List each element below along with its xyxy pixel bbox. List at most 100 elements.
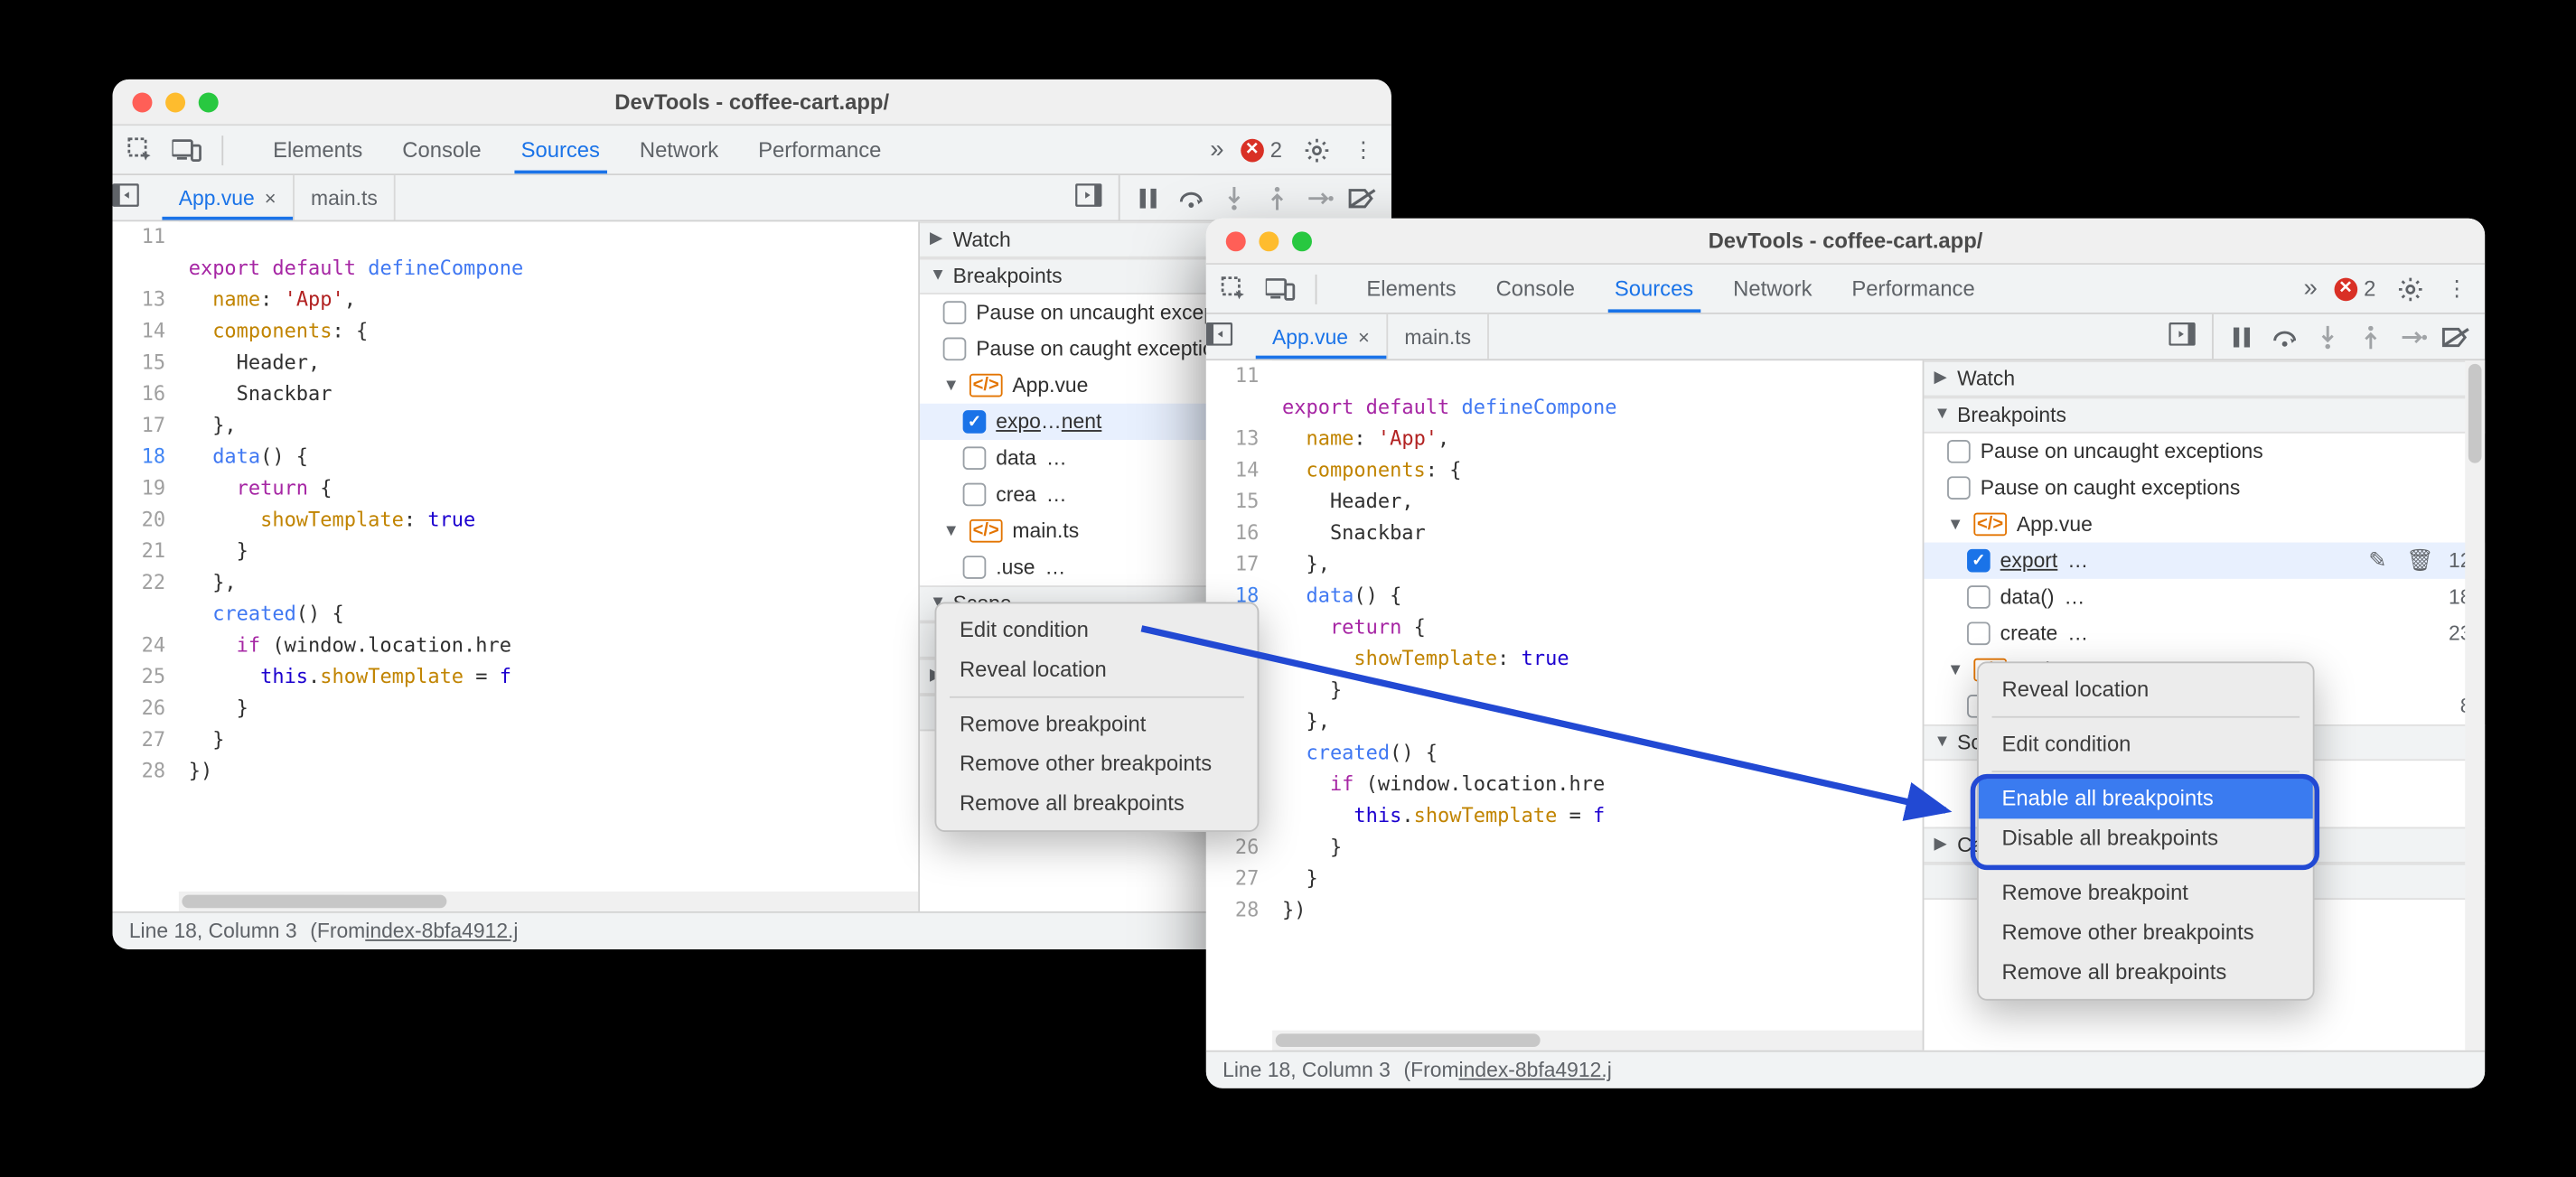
code-line[interactable]	[189, 221, 918, 253]
code-line[interactable]: }	[189, 724, 918, 756]
bp-item-created[interactable]: create… 23	[1924, 615, 2485, 651]
gutter-line[interactable]: 12	[1206, 392, 1272, 424]
kebab-menu-icon[interactable]: ⋮	[2439, 270, 2475, 306]
gutter-line[interactable]: 17	[1206, 549, 1272, 581]
deactivate-bp-icon[interactable]	[2439, 318, 2475, 354]
code-line[interactable]: Snackbar	[189, 378, 918, 410]
gutter-line[interactable]: 14	[1206, 455, 1272, 487]
gutter-line[interactable]: 20	[113, 504, 179, 536]
tab-elements[interactable]: Elements	[253, 126, 382, 173]
gutter-line[interactable]: 22	[113, 567, 179, 599]
gutter-line[interactable]: 11	[1206, 360, 1272, 392]
code-line[interactable]: }	[1282, 675, 1923, 706]
settings-icon[interactable]	[1298, 132, 1335, 168]
gutter-line[interactable]: 16	[1206, 518, 1272, 549]
step-into-icon[interactable]	[2309, 318, 2346, 354]
bp-item-export[interactable]: export… ✎ 🗑 12	[1924, 543, 2485, 579]
edit-bp-icon[interactable]: ✎	[2364, 547, 2392, 574]
source-map-link[interactable]: index-8bfa4912.j	[365, 920, 518, 943]
tab-network[interactable]: Network	[1713, 265, 1831, 313]
code-line[interactable]	[1282, 360, 1923, 392]
vertical-scrollbar[interactable]	[2465, 360, 2485, 1051]
more-tabs-icon[interactable]: »	[1210, 135, 1223, 163]
code-line[interactable]: this.showTemplate = f	[1282, 800, 1923, 832]
code-line[interactable]: }	[189, 693, 918, 724]
code-line[interactable]: Snackbar	[1282, 518, 1923, 549]
menu-item[interactable]: Remove other breakpoints	[936, 744, 1257, 784]
gutter-line[interactable]: 14	[113, 316, 179, 348]
code-line[interactable]: components: {	[1282, 455, 1923, 487]
pause-caught-checkbox[interactable]: Pause on caught exceptions	[1924, 470, 2485, 506]
code-line[interactable]: Header,	[189, 348, 918, 379]
step-over-icon[interactable]	[2266, 318, 2302, 354]
code-line[interactable]: })	[189, 756, 918, 788]
gutter-line[interactable]: 16	[113, 378, 179, 410]
gutter-line[interactable]: 28	[113, 756, 179, 788]
menu-item[interactable]: Reveal location	[936, 650, 1257, 690]
code-line[interactable]: export default defineCompone	[189, 253, 918, 285]
code-line[interactable]: }	[1282, 832, 1923, 864]
code-line[interactable]: created() {	[189, 599, 918, 631]
bp-group-appvue[interactable]: ▼</>App.vue	[1924, 506, 2485, 542]
horizontal-scrollbar[interactable]	[1272, 1031, 1923, 1051]
code-line[interactable]: },	[1282, 706, 1923, 738]
device-toggle-icon[interactable]	[169, 132, 205, 168]
gutter-line[interactable]: 25	[113, 661, 179, 693]
gutter-line[interactable]: 23	[113, 599, 179, 631]
menu-item[interactable]: Reveal location	[1979, 670, 2313, 710]
code-line[interactable]: })	[1282, 895, 1923, 927]
gutter-line[interactable]: 15	[1206, 486, 1272, 518]
pause-icon[interactable]	[2224, 318, 2260, 354]
code-line[interactable]: Header,	[1282, 486, 1923, 518]
file-tab-main-ts[interactable]: main.ts	[1388, 314, 1489, 359]
file-tab-app-vue[interactable]: App.vue ×	[1256, 314, 1388, 359]
delete-bp-icon[interactable]: 🗑	[2402, 547, 2439, 574]
horizontal-scrollbar[interactable]	[179, 892, 918, 911]
tab-console[interactable]: Console	[382, 126, 501, 173]
tab-sources[interactable]: Sources	[501, 126, 620, 173]
code-line[interactable]: }	[189, 536, 918, 567]
code-editor[interactable]: export default defineCompone name: 'App'…	[1272, 360, 1923, 1051]
inspect-icon[interactable]	[1216, 270, 1252, 306]
section-watch[interactable]: ▶Watch	[1924, 360, 2485, 397]
gutter-line[interactable]: 26	[1206, 832, 1272, 864]
menu-item[interactable]: Remove other breakpoints	[1979, 913, 2313, 953]
settings-icon[interactable]	[2393, 270, 2429, 306]
menu-item[interactable]: Remove breakpoint	[1979, 873, 2313, 913]
step-over-icon[interactable]	[1173, 180, 1209, 216]
line-gutter[interactable]: 111213141516171819202122232425262728	[113, 221, 179, 911]
pause-icon[interactable]	[1130, 180, 1166, 216]
code-line[interactable]: created() {	[1282, 738, 1923, 770]
menu-item[interactable]: Edit condition	[936, 611, 1257, 650]
code-line[interactable]: showTemplate: true	[1282, 643, 1923, 675]
code-line[interactable]: export default defineCompone	[1282, 392, 1923, 424]
gutter-line[interactable]: 24	[113, 631, 179, 662]
step-icon[interactable]	[1302, 180, 1338, 216]
code-line[interactable]: data() {	[1282, 581, 1923, 612]
menu-item[interactable]: Remove all breakpoints	[936, 784, 1257, 824]
file-tab-main-ts[interactable]: main.ts	[295, 175, 396, 220]
kebab-menu-icon[interactable]: ⋮	[1345, 132, 1382, 168]
gutter-line[interactable]: 27	[113, 724, 179, 756]
code-editor[interactable]: export default defineCompone name: 'App'…	[179, 221, 918, 911]
toggle-navigator-icon[interactable]	[1206, 322, 1250, 350]
bp-item-data[interactable]: data()… 18	[1924, 579, 2485, 615]
gutter-line[interactable]: 12	[113, 253, 179, 285]
code-line[interactable]: data() {	[189, 442, 918, 473]
menu-item[interactable]: Remove breakpoint	[936, 705, 1257, 744]
code-line[interactable]: return {	[189, 473, 918, 505]
tab-sources[interactable]: Sources	[1595, 265, 1713, 313]
step-out-icon[interactable]	[1259, 180, 1295, 216]
close-file-tab-icon[interactable]: ×	[265, 186, 276, 210]
file-tab-app-vue[interactable]: App.vue ×	[162, 175, 294, 220]
code-line[interactable]: },	[189, 567, 918, 599]
step-out-icon[interactable]	[2353, 318, 2389, 354]
code-line[interactable]: }	[1282, 864, 1923, 895]
code-line[interactable]: name: 'App',	[1282, 424, 1923, 455]
code-line[interactable]: if (window.location.hre	[1282, 769, 1923, 800]
tab-network[interactable]: Network	[620, 126, 738, 173]
menu-item[interactable]: Disable all breakpoints	[1979, 818, 2313, 858]
menu-item[interactable]: Remove all breakpoints	[1979, 953, 2313, 993]
inspect-icon[interactable]	[122, 132, 158, 168]
gutter-line[interactable]: 28	[1206, 895, 1272, 927]
